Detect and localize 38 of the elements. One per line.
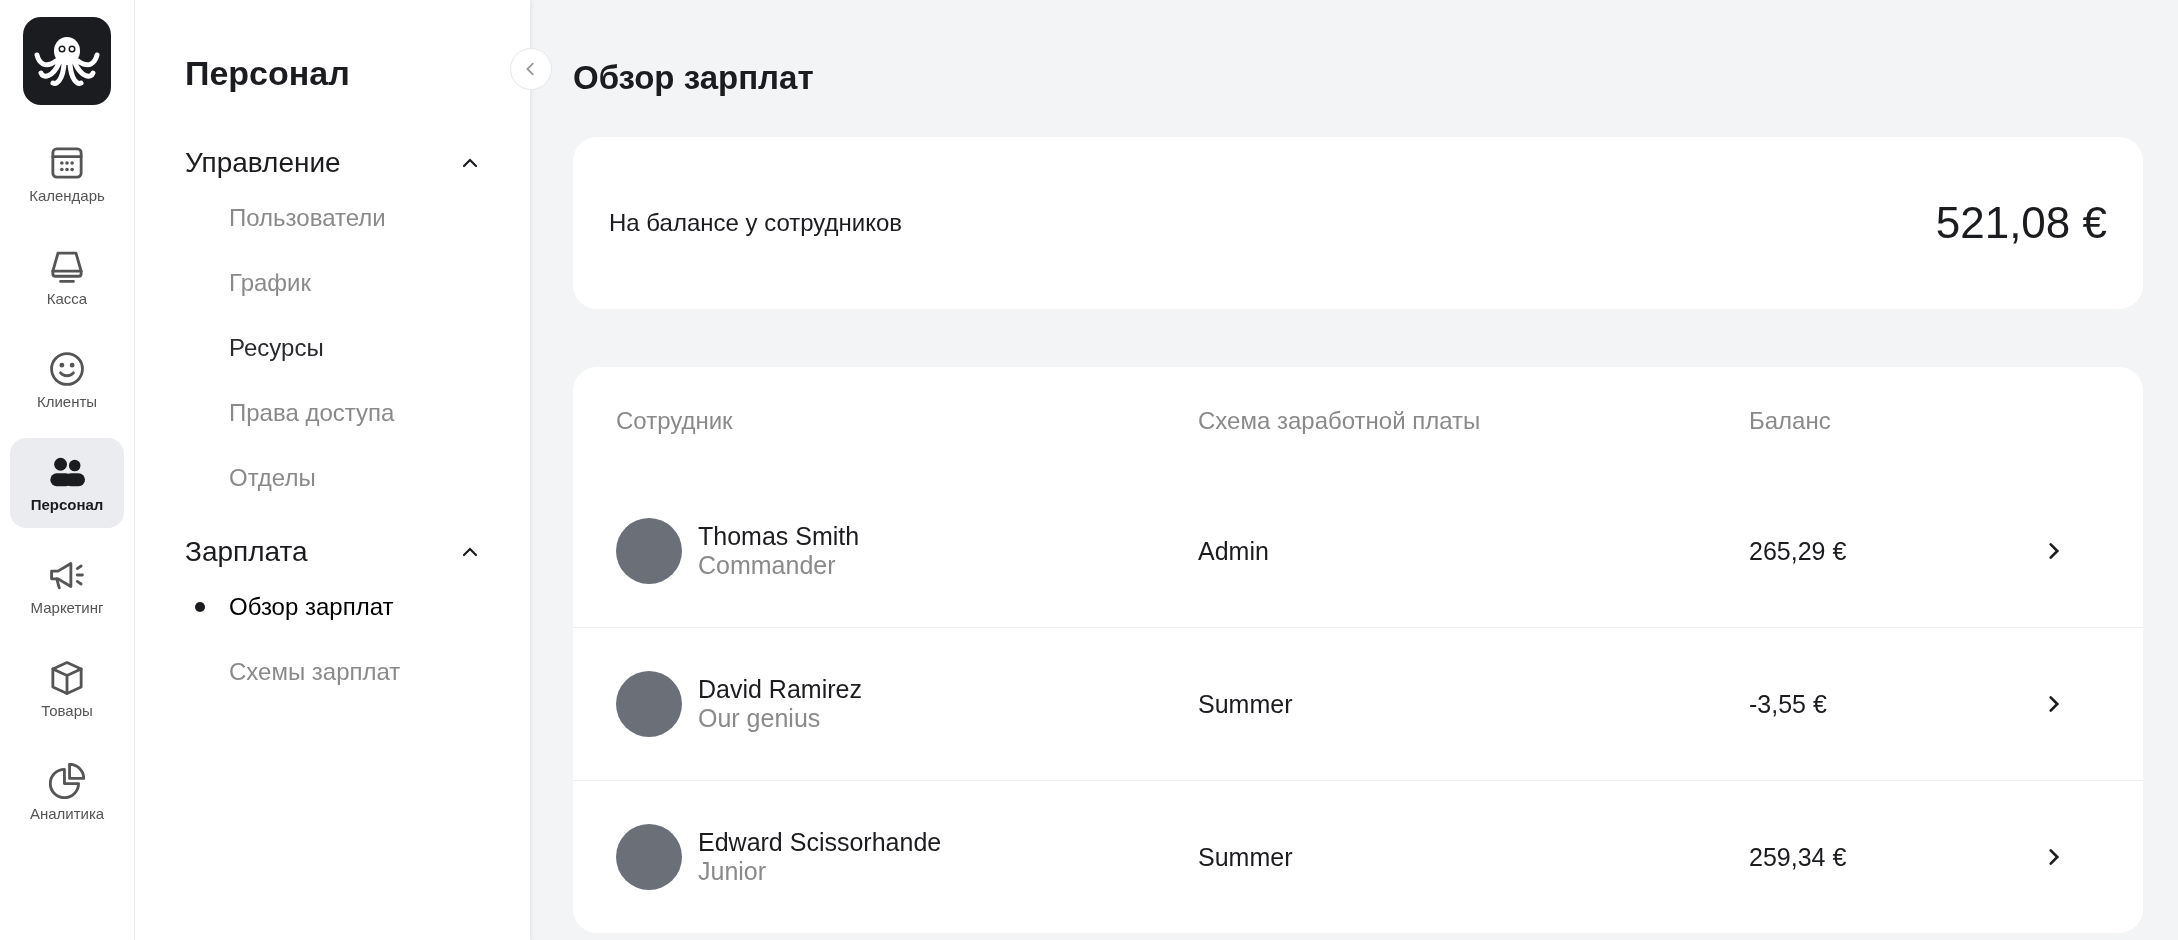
employee-row[interactable]: Thomas Smith Commander Admin 265,29 €: [573, 475, 2143, 627]
rail-nav-item[interactable]: Персонал: [10, 438, 124, 528]
employee-name: Thomas Smith: [698, 522, 860, 551]
employee-role: Commander: [698, 551, 837, 580]
group-header[interactable]: Зарплата: [185, 532, 480, 572]
table-cell-text: 265,29 €: [1749, 536, 1848, 566]
balance-amount: 521,08 €: [1935, 198, 2107, 248]
rail-nav-item[interactable]: Календарь: [10, 129, 124, 219]
table-cell-text: Admin: [1198, 536, 1270, 566]
group-header[interactable]: Управление: [185, 143, 480, 183]
octopus-logo-icon: [23, 17, 111, 105]
pie-chart-icon: [49, 762, 85, 799]
rail-nav-item[interactable]: Маркетинг: [10, 541, 124, 631]
rail-nav-item[interactable]: Аналитика: [10, 747, 124, 837]
balance-label: На балансе у сотрудников: [609, 209, 903, 237]
section-title: Персонал: [185, 54, 351, 93]
column-header: Баланс: [1749, 407, 1832, 435]
table-cell-text: 259,34 €: [1749, 842, 1848, 872]
employee-role: Our genius: [698, 704, 822, 733]
subnav-link[interactable]: Ресурсы: [229, 333, 324, 362]
subnav-link[interactable]: Обзор зарплат: [229, 592, 394, 621]
column-header: Схема заработной платы: [1198, 407, 1482, 435]
table-cell-text: -3,55 €: [1749, 689, 1828, 719]
table-cell-text: Summer: [1198, 689, 1294, 719]
column-header: Сотрудник: [616, 407, 734, 435]
employee-name: Edward Scissorhande: [698, 828, 942, 857]
page-title: Обзор зарплат: [573, 59, 815, 97]
table-cell-text: Summer: [1198, 842, 1294, 872]
employee-name: David Ramirez: [698, 675, 862, 704]
rail-nav-item[interactable]: Клиенты: [10, 335, 124, 425]
employee-role: Junior: [698, 857, 768, 886]
rail-nav-item[interactable]: Товары: [10, 644, 124, 734]
calendar-icon: [49, 144, 85, 181]
employee-row[interactable]: Edward Scissorhande Junior Summer 259,34 €: [573, 780, 2143, 933]
employee-row[interactable]: David Ramirez Our genius Summer -3,55 €: [573, 627, 2143, 780]
box-icon: [49, 659, 85, 696]
rail-nav-item[interactable]: Касса: [10, 232, 124, 322]
smiley-icon: [49, 350, 85, 387]
